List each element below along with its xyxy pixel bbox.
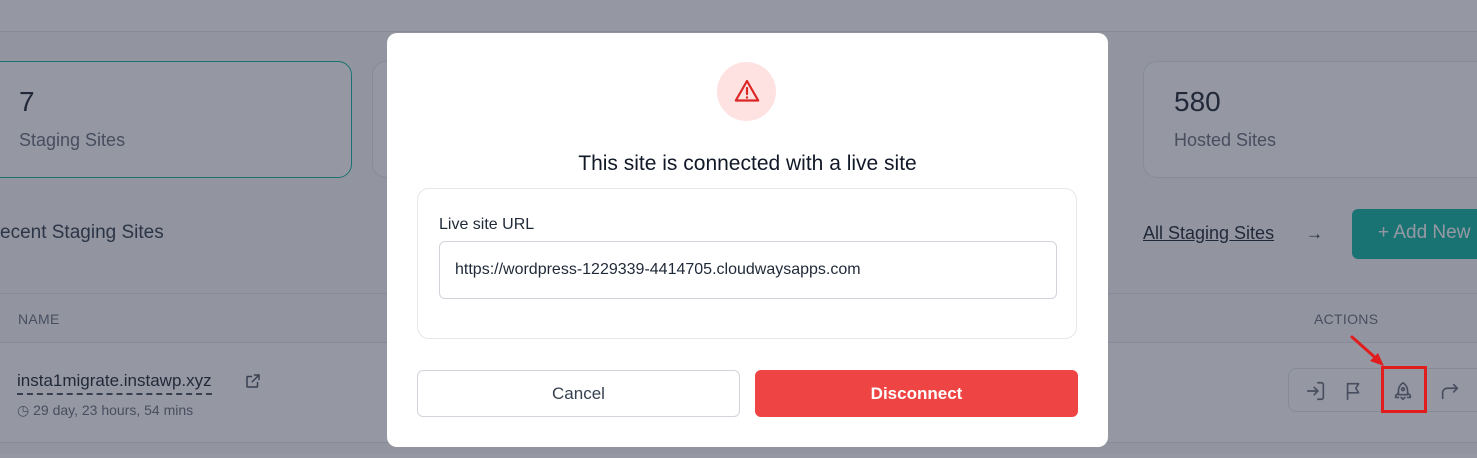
annotation-highlight-box <box>1381 366 1427 413</box>
live-site-url-label: Live site URL <box>439 216 535 233</box>
warning-badge <box>717 62 776 121</box>
live-site-url-box: Live site URL <box>417 188 1077 339</box>
live-site-url-input[interactable] <box>439 241 1057 299</box>
warning-triangle-icon <box>734 79 760 102</box>
annotation-arrow-icon <box>1350 335 1384 366</box>
disconnect-modal: This site is connected with a live site … <box>387 33 1108 447</box>
modal-title: This site is connected with a live site <box>578 152 917 175</box>
disconnect-button[interactable]: Disconnect <box>755 370 1078 417</box>
cancel-button[interactable]: Cancel <box>417 370 740 417</box>
